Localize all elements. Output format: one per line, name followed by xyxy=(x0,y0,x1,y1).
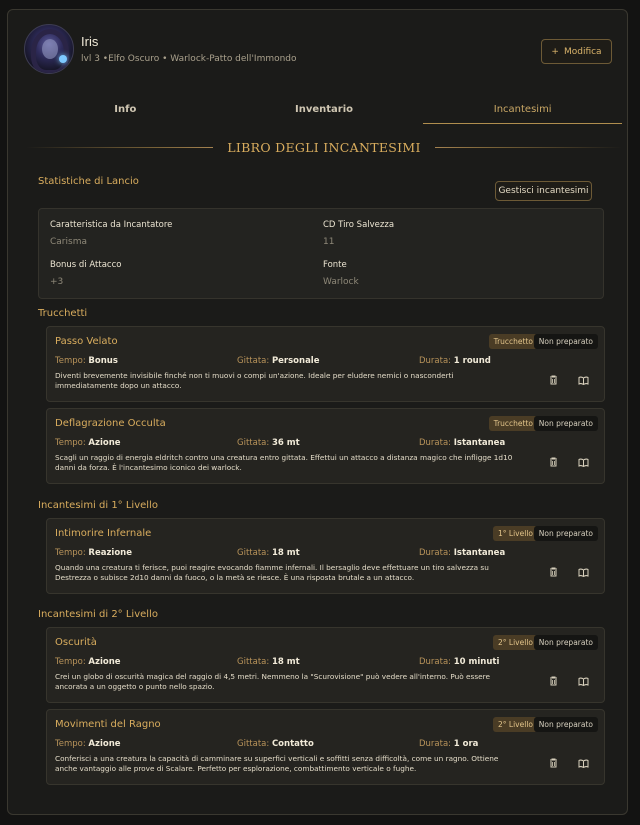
book-icon[interactable] xyxy=(577,675,589,687)
launch-stats-heading: Statistiche di Lancio xyxy=(38,176,139,187)
trash-icon[interactable] xyxy=(547,566,559,578)
prep-badge: Non preparato xyxy=(533,416,598,431)
level-badge: 1° Livello xyxy=(493,526,538,541)
spell-duration: Durata: 1 ora xyxy=(419,739,479,749)
spell-card: Passo Velato Trucchetto Non preparato Te… xyxy=(46,326,605,402)
ornament-line-left xyxy=(26,146,214,148)
prep-badge: Non preparato xyxy=(533,717,598,732)
group-heading: Incantesimi di 2° Livello xyxy=(38,609,158,620)
character-name: Iris xyxy=(81,34,99,49)
prep-badge: Non preparato xyxy=(533,526,598,541)
stat-value: +3 xyxy=(50,277,64,287)
character-subtitle: lvl 3 •Elfo Oscuro • Warlock-Patto dell'… xyxy=(81,54,297,64)
manage-spells-button[interactable]: Gestisci incantesimi xyxy=(495,181,592,201)
level-badge: 2° Livello xyxy=(493,717,538,732)
tab-info[interactable]: Info xyxy=(26,102,225,124)
character-avatar xyxy=(24,24,74,74)
spell-duration: Durata: Istantanea xyxy=(419,548,506,558)
spell-range: Gittata: Personale xyxy=(237,356,320,366)
spell-time: Tempo: Azione xyxy=(55,657,121,667)
level-badge: Trucchetto xyxy=(488,416,538,431)
spell-name: Intimorire Infernale xyxy=(55,528,152,539)
spell-time: Tempo: Azione xyxy=(55,739,121,749)
ornament-line-right xyxy=(434,146,622,148)
spell-duration: Durata: 10 minuti xyxy=(419,657,500,667)
stat-value: 11 xyxy=(323,237,335,247)
edit-button-label: Modifica xyxy=(563,46,602,57)
stat-label: Fonte xyxy=(323,260,347,270)
spell-range: Gittata: 36 mt xyxy=(237,438,300,448)
spell-card: Deflagrazione Occulta Trucchetto Non pre… xyxy=(46,408,605,484)
spell-card: Intimorire Infernale 1° Livello Non prep… xyxy=(46,518,605,594)
spell-name: Deflagrazione Occulta xyxy=(55,418,166,429)
spellbook-title-row: LIBRO DEGLI INCANTESIMI xyxy=(26,138,622,156)
book-icon[interactable] xyxy=(577,757,589,769)
spell-card: Movimenti del Ragno 2° Livello Non prepa… xyxy=(46,709,605,785)
edit-button[interactable]: + Modifica xyxy=(541,39,612,64)
spell-name: Passo Velato xyxy=(55,336,118,347)
spell-duration: Durata: Istantanea xyxy=(419,438,506,448)
character-sheet-panel: Iris lvl 3 •Elfo Oscuro • Warlock-Patto … xyxy=(7,9,628,815)
spell-description: Conferisci a una creatura la capacità di… xyxy=(55,754,499,773)
stat-value: Carisma xyxy=(50,237,87,247)
trash-icon[interactable] xyxy=(547,374,559,386)
spell-range: Gittata: Contatto xyxy=(237,739,314,749)
spell-range: Gittata: 18 mt xyxy=(237,548,300,558)
spell-time: Tempo: Reazione xyxy=(55,548,132,558)
spell-range: Gittata: 18 mt xyxy=(237,657,300,667)
book-icon[interactable] xyxy=(577,456,589,468)
book-icon[interactable] xyxy=(577,566,589,578)
tab-inventario[interactable]: Inventario xyxy=(225,102,424,124)
spell-description: Scagli un raggio di energia eldritch con… xyxy=(55,453,513,472)
spell-description: Crei un globo di oscurità magica del rag… xyxy=(55,672,490,691)
stat-label: Caratteristica da Incantatore xyxy=(50,220,173,230)
tab-bar: Info Inventario Incantesimi xyxy=(26,102,623,124)
spell-name: Oscurità xyxy=(55,637,97,648)
level-badge: 2° Livello xyxy=(493,635,538,650)
spell-name: Movimenti del Ragno xyxy=(55,719,161,730)
level-badge: Trucchetto xyxy=(488,334,538,349)
spell-time: Tempo: Bonus xyxy=(55,356,118,366)
plus-icon: + xyxy=(551,46,559,57)
book-icon[interactable] xyxy=(577,374,589,386)
spell-description: Diventi brevemente invisibile finché non… xyxy=(55,371,454,390)
stat-label: Bonus di Attacco xyxy=(50,260,122,270)
launch-stats-box: Caratteristica da Incantatore Carisma CD… xyxy=(38,208,604,299)
spell-time: Tempo: Azione xyxy=(55,438,121,448)
prep-badge: Non preparato xyxy=(533,334,598,349)
spell-description: Quando una creatura ti ferisce, puoi rea… xyxy=(55,563,489,582)
tab-incantesimi[interactable]: Incantesimi xyxy=(423,102,623,124)
spellbook-title: LIBRO DEGLI INCANTESIMI xyxy=(227,139,421,155)
prep-badge: Non preparato xyxy=(533,635,598,650)
group-heading: Incantesimi di 1° Livello xyxy=(38,500,158,511)
trash-icon[interactable] xyxy=(547,675,559,687)
spell-duration: Durata: 1 round xyxy=(419,356,491,366)
trash-icon[interactable] xyxy=(547,757,559,769)
trash-icon[interactable] xyxy=(547,456,559,468)
stat-value: Warlock xyxy=(323,277,359,287)
group-heading: Trucchetti xyxy=(38,308,88,319)
spell-card: Oscurità 2° Livello Non preparato Tempo:… xyxy=(46,627,605,703)
stat-label: CD Tiro Salvezza xyxy=(323,220,395,230)
